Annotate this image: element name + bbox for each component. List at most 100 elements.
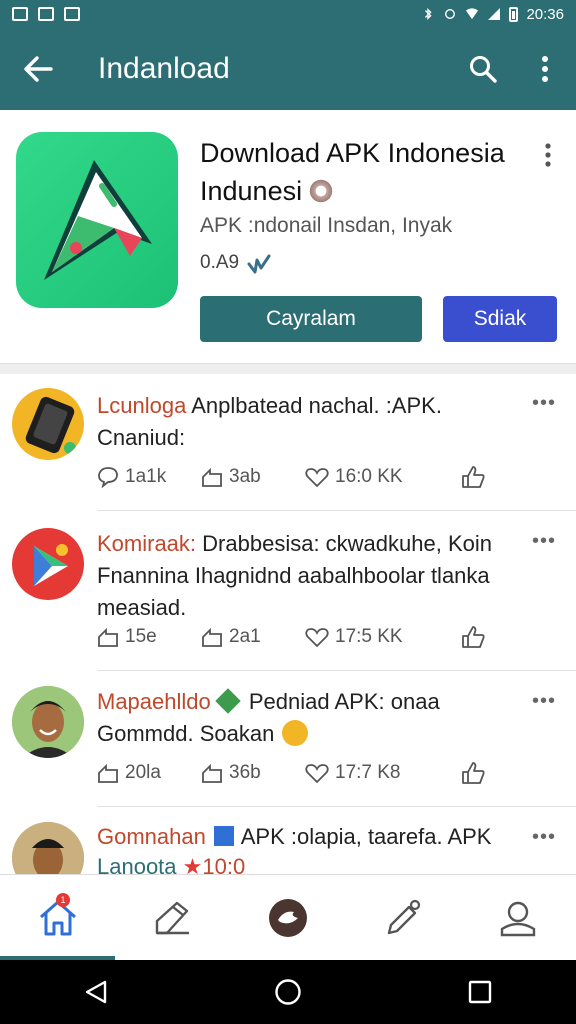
- post-text: Lcunloga Anplbatead nachal. :APK. Cnaniu…: [97, 390, 527, 454]
- heart-icon: [305, 468, 329, 488]
- tab-edit[interactable]: [346, 875, 461, 961]
- thumbs-up-button[interactable]: [461, 465, 485, 489]
- list-item[interactable]: Mapaehlldo Pedniad APK: onaa Gommdd. Soa…: [0, 672, 576, 808]
- like-count[interactable]: 16:0 KK: [305, 466, 461, 488]
- post-divider: [97, 510, 576, 511]
- reply-count[interactable]: 15e: [97, 626, 201, 648]
- post-divider: [97, 806, 576, 807]
- reply-count-text: 15e: [125, 626, 157, 647]
- post-body: APK :olapia, taarefa. APK: [235, 824, 492, 849]
- section-divider: [0, 364, 576, 374]
- system-back-button[interactable]: [0, 960, 192, 1024]
- post-text: Komiraak: Drabbesisa: ckwadkuhe, Koin Fn…: [97, 528, 527, 624]
- post-stats: 20la 36b 17:7 K8: [97, 758, 517, 788]
- repost-icon: [98, 627, 118, 647]
- reply-count-text: 20la: [125, 762, 161, 783]
- arrow-left-icon: [24, 56, 53, 82]
- play-store-avatar-icon: [34, 544, 68, 586]
- compose-icon: [155, 901, 189, 935]
- bottom-navigation: 1: [0, 874, 576, 960]
- repost-icon: [202, 763, 222, 783]
- primary-action-button[interactable]: Cayralam: [200, 296, 422, 342]
- reply-count[interactable]: 20la: [97, 762, 201, 784]
- thumbs-up-icon: [462, 466, 485, 488]
- gallery-notification-icon: [12, 7, 28, 21]
- post-more-button[interactable]: •••: [532, 530, 560, 553]
- app-card: Download APK Indonesia Indunesi APK :ndo…: [0, 110, 576, 364]
- pencil-icon: [388, 899, 421, 935]
- thumbs-up-button[interactable]: [461, 625, 485, 649]
- wifi-icon: [466, 8, 479, 20]
- post-more-button[interactable]: •••: [532, 690, 560, 713]
- post-value: 10:0: [202, 854, 246, 874]
- bluetooth-icon: [425, 8, 432, 20]
- like-count-text: 16:0 KK: [335, 466, 403, 487]
- tab-community[interactable]: [230, 875, 345, 961]
- heart-icon: [305, 764, 329, 784]
- gear-emoji-icon: [308, 178, 335, 204]
- repost-count-text: 2a1: [229, 626, 261, 647]
- repost-count[interactable]: 3ab: [201, 466, 305, 488]
- post-more-button[interactable]: •••: [532, 826, 560, 849]
- signal-icon: [488, 8, 501, 20]
- post-stats: 15e 2a1 17:5 KK: [97, 622, 517, 652]
- overflow-menu-button[interactable]: [514, 28, 576, 110]
- list-item[interactable]: Lcunloga Anplbatead nachal. :APK. Cnaniu…: [0, 374, 576, 524]
- more-vertical-icon: [545, 143, 551, 167]
- avatar[interactable]: [12, 528, 84, 600]
- system-navigation-bar: [0, 960, 576, 1024]
- status-bar: 20:36: [0, 0, 576, 28]
- like-count[interactable]: 17:5 KK: [305, 626, 461, 648]
- notification-icons: [12, 7, 80, 21]
- thumbs-up-button[interactable]: [461, 761, 485, 785]
- profile-icon: [501, 901, 536, 937]
- paper-plane-logo-icon: [44, 160, 152, 280]
- notification-badge: 1: [56, 893, 70, 907]
- secondary-action-button[interactable]: Sdiak: [443, 296, 557, 342]
- repost-icon: [202, 627, 222, 647]
- post-author[interactable]: Mapaehlldo: [97, 689, 211, 714]
- tab-profile[interactable]: [461, 875, 576, 961]
- emoji-badge-icon: [282, 720, 309, 746]
- person-avatar-icon: [12, 822, 84, 874]
- post-subtext: Lanoota: [97, 854, 177, 874]
- like-count-text: 17:5 KK: [335, 626, 403, 647]
- repost-count[interactable]: 2a1: [201, 626, 305, 648]
- card-more-button[interactable]: [538, 140, 558, 170]
- post-author[interactable]: Gomnahan: [97, 824, 206, 849]
- post-text: Mapaehlldo Pedniad APK: onaa Gommdd. Soa…: [97, 686, 527, 750]
- community-logo-icon: [269, 899, 307, 937]
- post-more-button[interactable]: •••: [532, 392, 560, 415]
- post-divider: [97, 670, 576, 671]
- diamond-emoji-icon: [215, 688, 241, 714]
- system-home-button[interactable]: [192, 960, 384, 1024]
- app-icon[interactable]: [16, 132, 178, 308]
- like-count[interactable]: 17:7 K8: [305, 762, 461, 784]
- rating-value: 0.A9: [200, 252, 240, 273]
- post-author[interactable]: Lcunloga: [97, 393, 186, 418]
- search-button[interactable]: [452, 28, 514, 110]
- app-subtitle: APK :ndonail Insdan, Inyak: [200, 214, 453, 237]
- avatar[interactable]: [12, 686, 84, 758]
- reply-count[interactable]: 1a1k: [97, 466, 201, 488]
- search-icon: [470, 56, 497, 83]
- tab-compose[interactable]: [115, 875, 230, 961]
- phone-avatar-icon: [25, 396, 76, 454]
- list-item[interactable]: Gomnahan APK :olapia, taarefa. APK Lanoot…: [0, 808, 576, 874]
- list-item[interactable]: Komiraak: Drabbesisa: ckwadkuhe, Koin Fn…: [0, 512, 576, 672]
- repost-count[interactable]: 36b: [201, 762, 305, 784]
- repost-count-text: 36b: [229, 762, 261, 783]
- thumbs-icon: [247, 254, 271, 274]
- app-name: Download APK Indonesia Indunesi: [200, 134, 530, 210]
- repost-count-text: 3ab: [229, 466, 261, 487]
- back-button[interactable]: [0, 28, 76, 110]
- like-count-text: 17:7 K8: [335, 762, 401, 783]
- system-recents-button[interactable]: [384, 960, 576, 1024]
- avatar[interactable]: [12, 822, 84, 874]
- tab-home[interactable]: 1: [0, 875, 115, 961]
- star-emoji-icon: ★: [182, 854, 203, 874]
- post-author[interactable]: Komiraak:: [97, 531, 196, 556]
- person-avatar-icon: [12, 686, 84, 758]
- avatar[interactable]: [12, 388, 84, 460]
- app-bar: Indanload: [0, 28, 576, 110]
